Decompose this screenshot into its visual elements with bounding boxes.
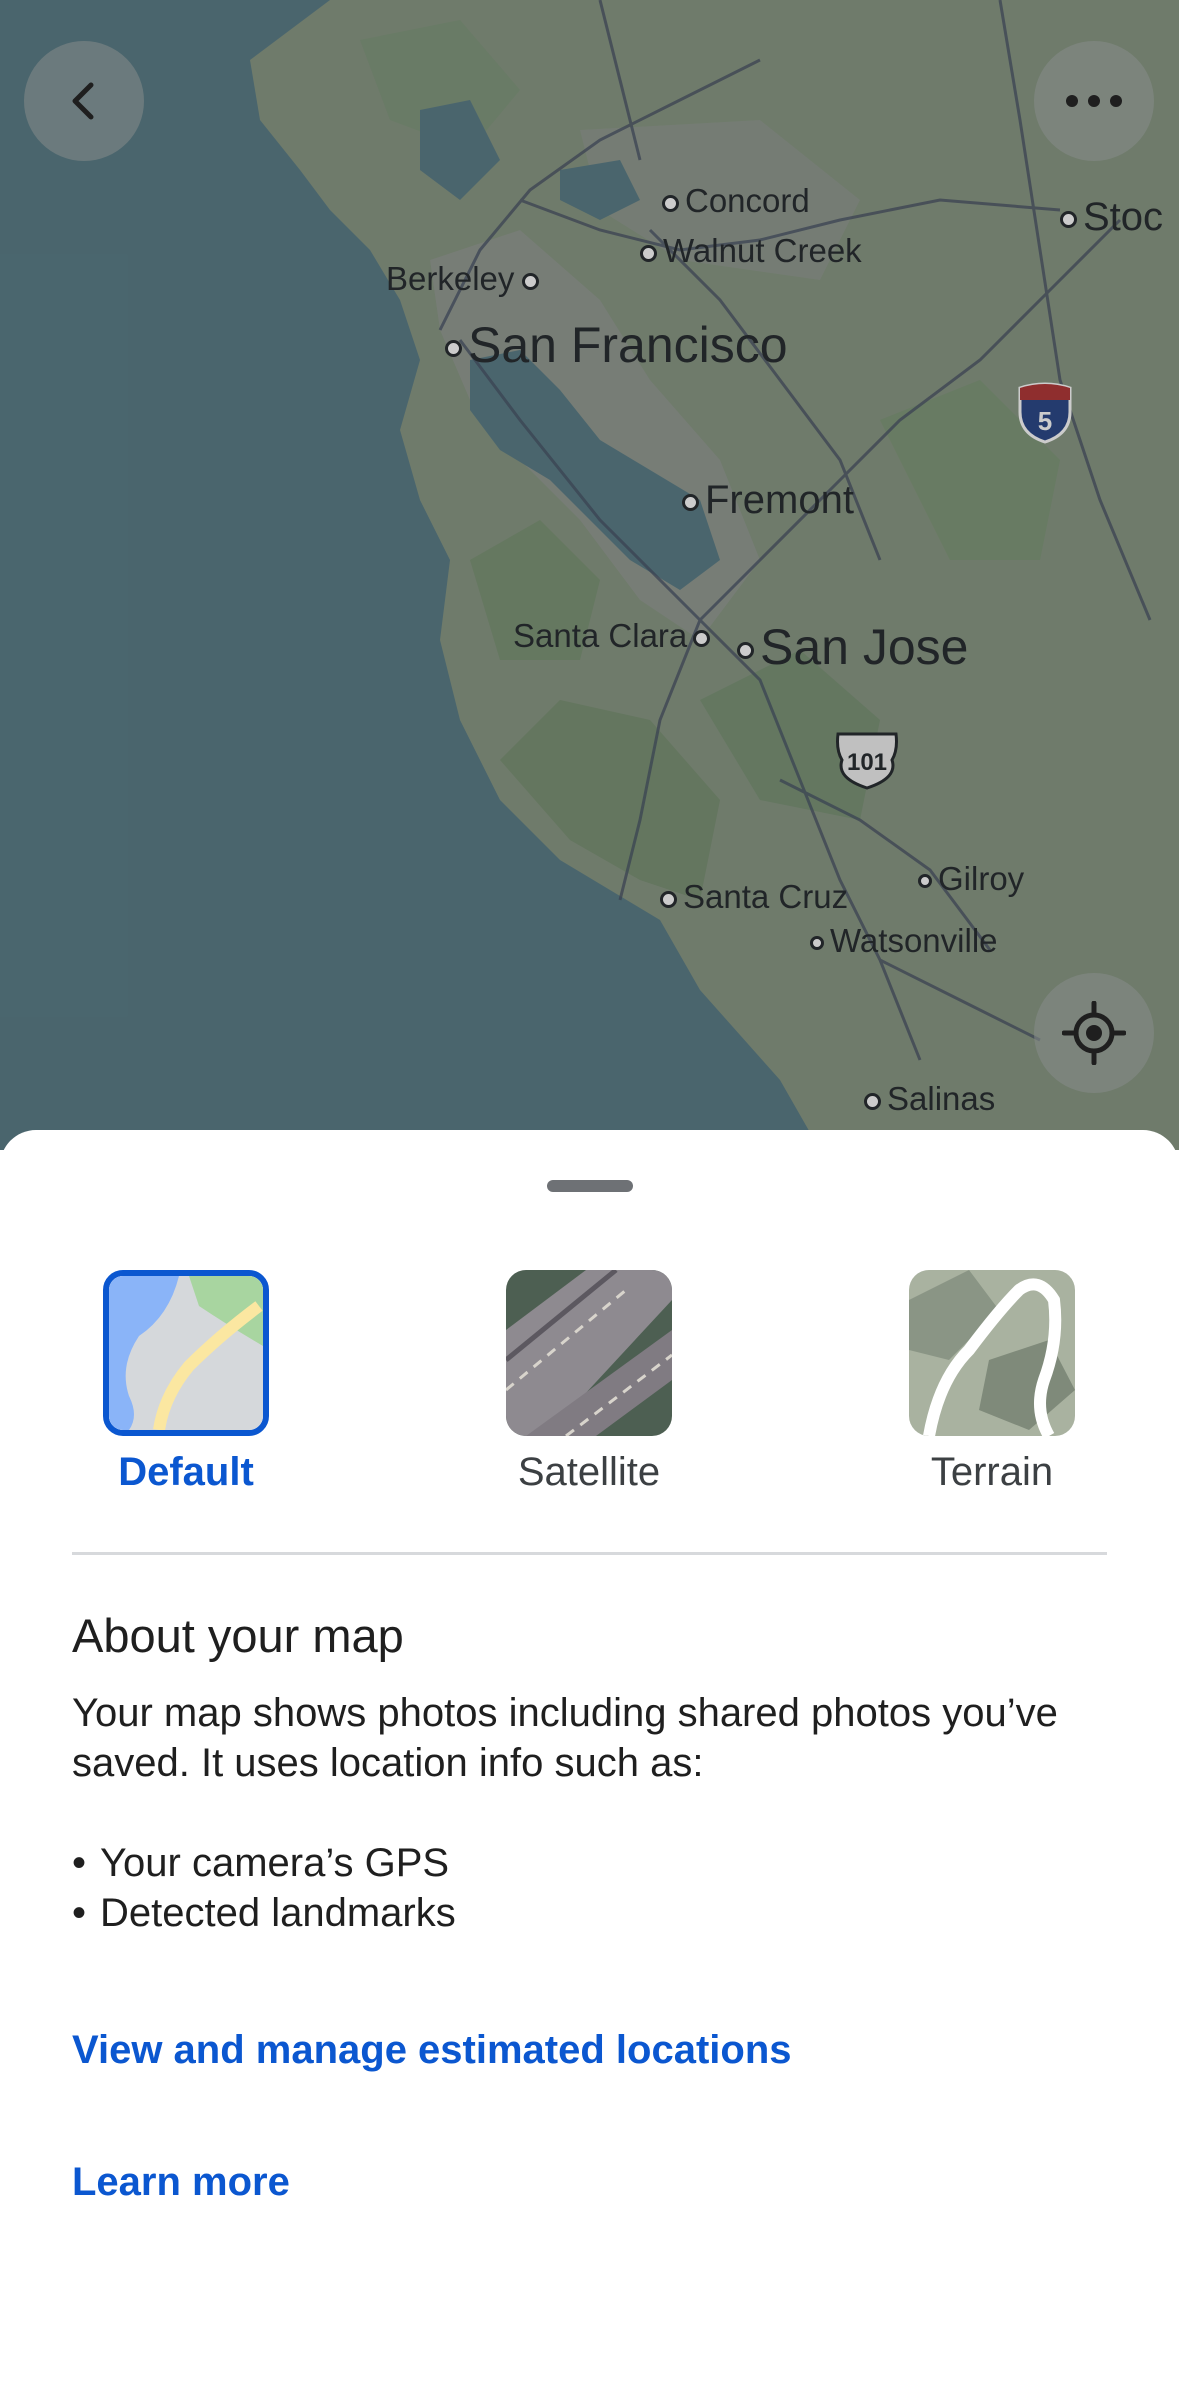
city-label: Concord: [662, 182, 810, 220]
interstate-shield: 5: [1018, 382, 1072, 444]
map-canvas[interactable]: [0, 0, 1179, 1150]
about-title: About your map: [72, 1609, 404, 1662]
city-label: Salinas: [864, 1080, 995, 1118]
list-item: Detected landmarks: [72, 1888, 456, 1938]
city-label: Fremont: [682, 478, 854, 523]
map-type-label: Satellite: [517, 1450, 661, 1494]
default-map-icon: [109, 1276, 263, 1430]
map-view[interactable]: Concord Walnut Creek Berkeley San Franci…: [0, 0, 1179, 1150]
city-label: Santa Clara: [513, 617, 716, 655]
city-label: San Jose: [737, 618, 968, 676]
location-sources-list: Your camera’s GPS Detected landmarks: [72, 1838, 456, 1938]
back-button[interactable]: [24, 41, 144, 161]
satellite-map-thumbnail[interactable]: [506, 1270, 672, 1436]
divider: [72, 1552, 1107, 1555]
terrain-map-icon: [909, 1270, 1075, 1436]
terrain-map-thumbnail[interactable]: [909, 1270, 1075, 1436]
view-manage-locations-link[interactable]: View and manage estimated locations: [72, 2028, 792, 2073]
more-options-button[interactable]: [1034, 41, 1154, 161]
city-label: Stoc: [1060, 195, 1163, 240]
map-type-default[interactable]: Default: [66, 1270, 306, 1495]
list-item: Your camera’s GPS: [72, 1838, 456, 1888]
chevron-left-icon: [72, 82, 94, 120]
my-location-button[interactable]: [1034, 973, 1154, 1093]
map-settings-sheet: Default Satellite Terrain About your map…: [0, 1130, 1179, 2396]
map-type-label: Terrain: [930, 1450, 1054, 1494]
highway-shield: 101: [836, 732, 898, 790]
city-label: San Francisco: [445, 316, 788, 374]
more-horizontal-icon: [1066, 95, 1122, 107]
city-label: Berkeley: [386, 260, 545, 298]
satellite-map-icon: [506, 1270, 672, 1436]
drag-handle[interactable]: [547, 1180, 633, 1192]
svg-text:101: 101: [847, 749, 887, 776]
map-type-terrain[interactable]: Terrain: [872, 1270, 1112, 1495]
default-map-thumbnail[interactable]: [103, 1270, 269, 1436]
about-description: Your map shows photos including shared p…: [72, 1691, 1058, 1785]
map-type-label: Default: [118, 1450, 254, 1494]
city-label: Santa Cruz: [660, 878, 848, 916]
map-type-satellite[interactable]: Satellite: [469, 1270, 709, 1495]
svg-text:5: 5: [1038, 406, 1052, 436]
city-label: Gilroy: [918, 860, 1024, 898]
city-label: Walnut Creek: [640, 232, 862, 270]
my-location-icon: [1062, 1001, 1126, 1065]
city-label: Watsonville: [810, 922, 998, 960]
learn-more-link[interactable]: Learn more: [72, 2160, 290, 2205]
